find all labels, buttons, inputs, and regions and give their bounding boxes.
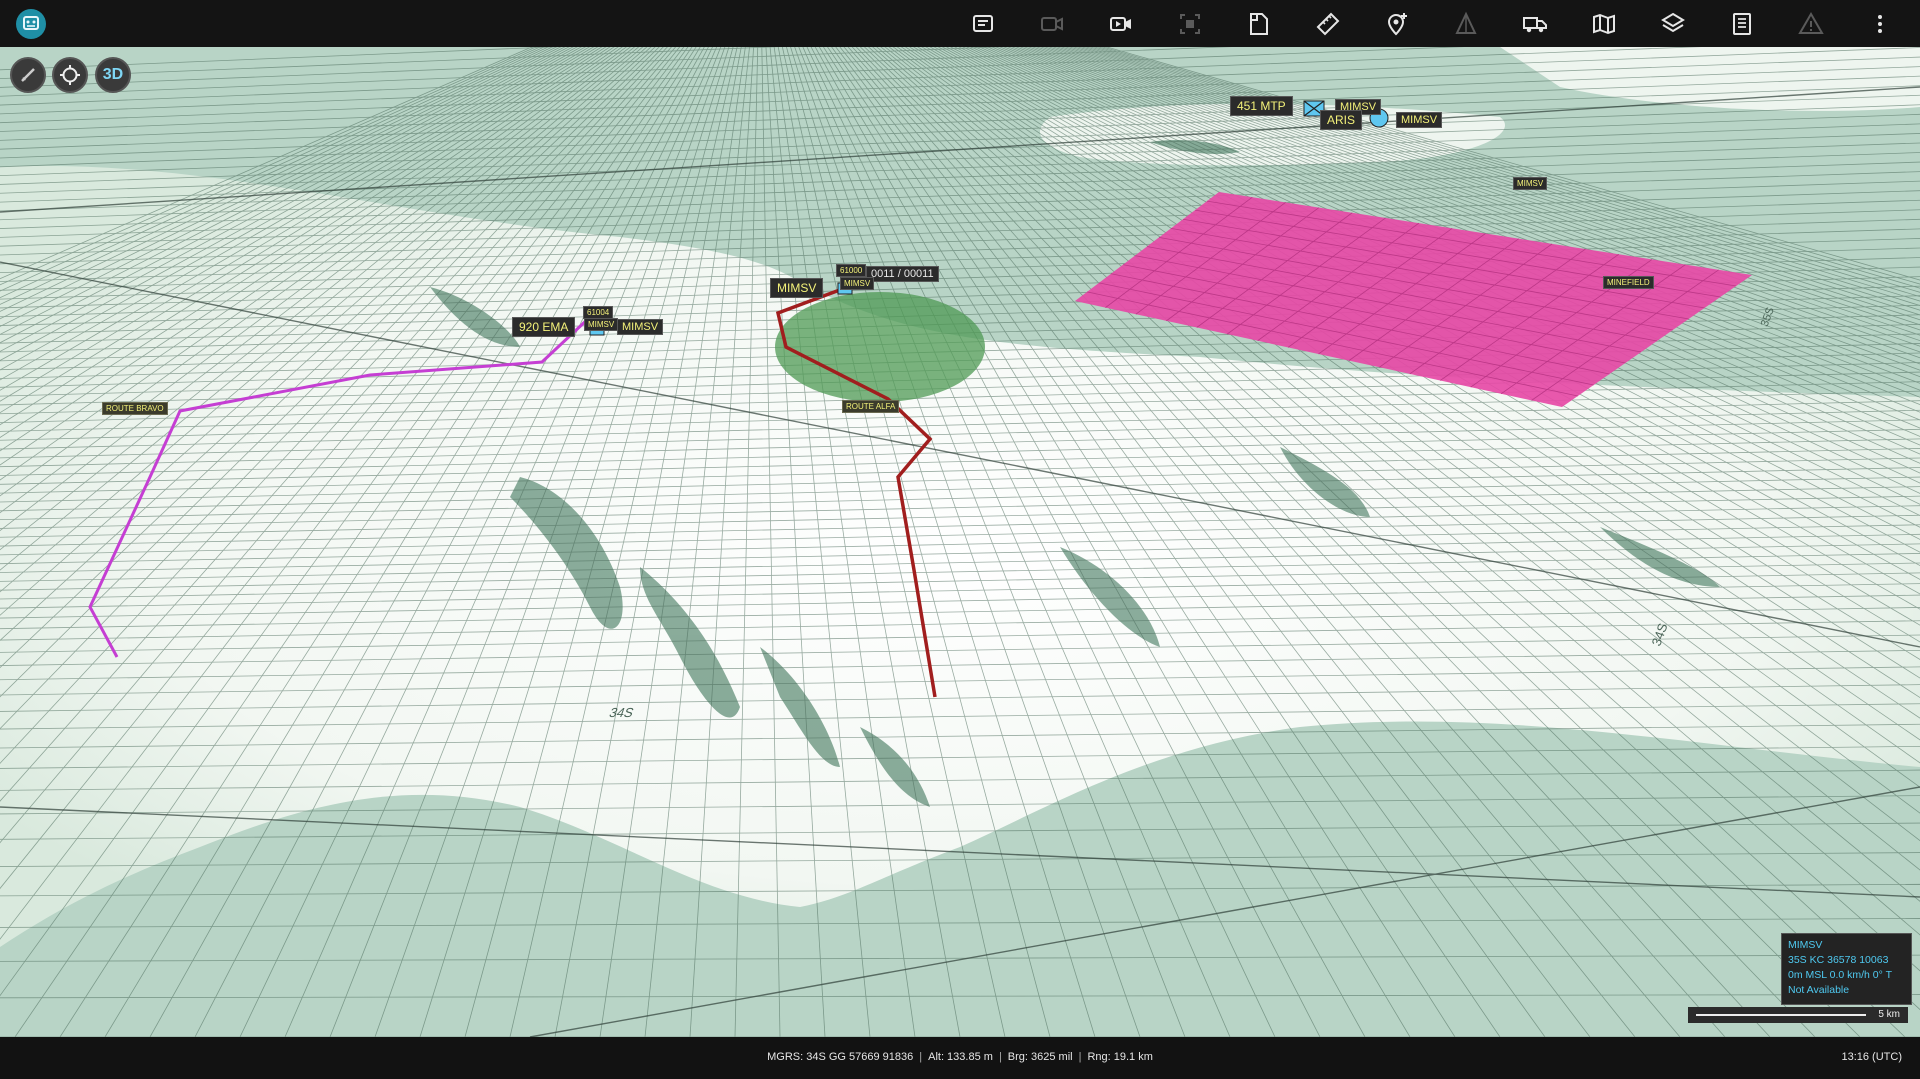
truck-button[interactable] — [1522, 11, 1548, 37]
message-button[interactable] — [970, 11, 996, 37]
unit-label-mimsv-center: MIMSV — [770, 278, 824, 298]
video-play-button[interactable] — [1108, 11, 1134, 37]
route-label-bravo: ROUTE BRAVO — [102, 402, 168, 415]
ruler-button[interactable] — [1315, 11, 1341, 37]
unit-label-mimsv-left: MIMSV — [617, 319, 664, 335]
route-label-alfa: ROUTE ALFA — [842, 400, 900, 413]
document-icon — [1250, 13, 1268, 35]
area-label-minefield: MINEFIELD — [1603, 276, 1654, 289]
top-toolbar — [0, 0, 1920, 47]
range-readout: Rng: 19.1 km — [1087, 1051, 1153, 1063]
unit-label-920: 920 EMA — [512, 317, 576, 337]
warning-button[interactable] — [1798, 11, 1824, 37]
utc-clock: 13:16 (UTC) — [1841, 1051, 1902, 1063]
range-ring — [775, 292, 985, 402]
mgrs-readout: MGRS: 34S GG 57669 91836 — [767, 1051, 914, 1063]
info-grid: 35S KC 36578 10063 — [1788, 954, 1889, 966]
view-3d-toggle[interactable]: 3D — [95, 57, 131, 93]
scale-bar: 5 km — [1688, 1007, 1908, 1023]
map-canvas — [0, 47, 1920, 1037]
selected-unit-info-panel: MIMSV 35S KC 36578 10063 0m MSL 0.0 km/h… — [1781, 933, 1912, 1005]
layers-button[interactable] — [1660, 11, 1686, 37]
altitude-readout: Alt: 133.85 m — [928, 1051, 993, 1063]
compass-button[interactable] — [10, 57, 46, 93]
ruler-icon — [1316, 12, 1340, 36]
info-name: MIMSV — [1788, 939, 1823, 951]
triangle-button[interactable] — [1453, 11, 1479, 37]
video-camera-icon — [1041, 17, 1063, 31]
status-bar: MGRS: 34S GG 57669 91836 | Alt: 133.85 m | B… — [0, 1037, 1920, 1079]
add-location-button[interactable] — [1384, 11, 1410, 37]
more-menu-button[interactable] — [1867, 11, 1893, 37]
map-view[interactable]: 3D 451 MTP MIMSV ARIS MIMSV MIMSV MINEFI… — [0, 47, 1920, 1037]
warning-icon — [1798, 12, 1824, 34]
scale-bar-line — [1696, 1014, 1866, 1016]
video-camera-button[interactable] — [1039, 11, 1065, 37]
track-count-label: 0011 / 00011 — [866, 266, 939, 282]
document-button[interactable] — [1246, 11, 1272, 37]
screenshot-button[interactable] — [1177, 11, 1203, 37]
video-play-icon — [1110, 17, 1131, 31]
map-icon — [1593, 13, 1615, 35]
compass-icon — [21, 68, 35, 82]
unit-label-mimsv-top2: MIMSV — [1396, 112, 1443, 128]
unit-label-451: 451 MTP — [1230, 96, 1293, 116]
crosshair-icon — [60, 65, 80, 85]
cursor-readout: MGRS: 34S GG 57669 91836 | Alt: 133.85 m | B… — [767, 1051, 1153, 1063]
list-button[interactable] — [1729, 11, 1755, 37]
truck-icon — [1523, 17, 1547, 33]
scale-bar-label: 5 km — [1878, 1009, 1900, 1020]
more-vertical-icon — [1878, 15, 1882, 33]
add-location-icon — [1387, 13, 1407, 36]
app-logo-icon[interactable] — [16, 9, 46, 39]
locate-button[interactable] — [52, 57, 88, 93]
bearing-readout: Brg: 3625 mil — [1007, 1051, 1073, 1063]
area-label-mimsv: MIMSV — [1513, 177, 1548, 190]
track-id-center: 61000 — [836, 264, 867, 277]
track-label-center-small: MIMSV — [840, 277, 875, 290]
info-motion: 0m MSL 0.0 km/h 0° T — [1788, 969, 1892, 981]
track-label-left-small: MIMSV — [584, 318, 619, 331]
map-button[interactable] — [1591, 11, 1617, 37]
layers-icon — [1661, 12, 1685, 33]
triangle-icon — [1455, 11, 1477, 34]
screenshot-icon — [1180, 14, 1200, 34]
list-icon — [1733, 13, 1751, 35]
info-status: Not Available — [1788, 984, 1850, 996]
message-icon — [973, 15, 993, 32]
unit-label-aris: ARIS — [1320, 110, 1363, 130]
